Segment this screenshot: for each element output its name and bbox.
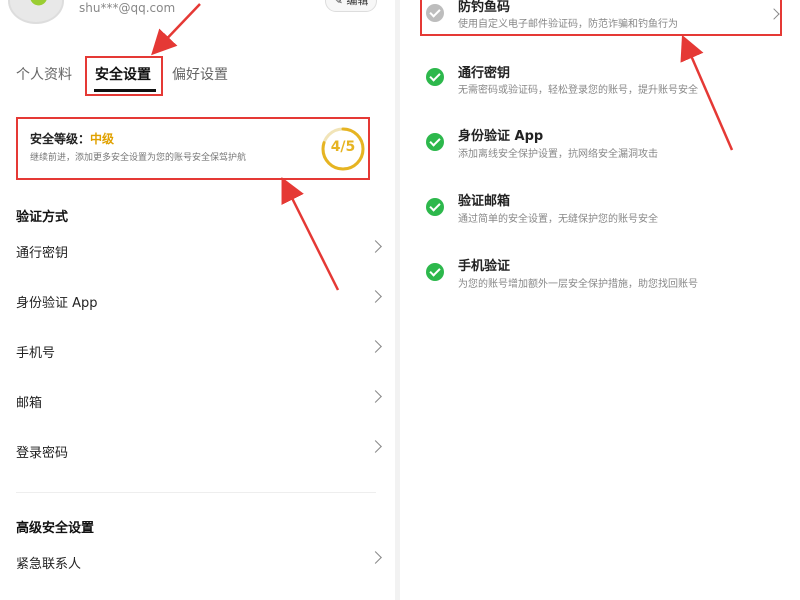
list-item-passkey[interactable]: 通行密钥 <box>16 232 386 272</box>
right-item-title: 身份验证 App <box>458 129 544 144</box>
right-item-passkey[interactable]: 通行密钥 无需密码或验证码，轻松登录您的账号，提升账号安全 <box>420 60 790 100</box>
list-item-emergency-contact[interactable]: 紧急联系人 <box>16 543 386 583</box>
chevron-right-icon <box>369 240 382 253</box>
success-check-icon <box>426 198 444 216</box>
right-item-desc: 为您的账号增加额外一层安全保护措施，助您找回账号 <box>458 279 698 290</box>
list-item-email[interactable]: 邮箱 <box>16 382 386 422</box>
edit-icon: ✎ <box>333 0 347 7</box>
annotation-box-security-tab <box>85 56 163 96</box>
right-item-authenticator-app[interactable]: 身份验证 App 添加离线安全保护设置，抗网络安全漏洞攻击 <box>420 125 790 165</box>
right-item-title: 验证邮箱 <box>458 194 511 209</box>
right-item-title: 通行密钥 <box>458 66 511 81</box>
annotation-box-anti-phishing <box>420 0 782 36</box>
chevron-right-icon <box>369 290 382 303</box>
list-item-login-password[interactable]: 登录密码 <box>16 432 386 472</box>
chevron-right-icon <box>369 390 382 403</box>
annotation-box-security-card <box>16 117 370 180</box>
success-check-icon <box>426 133 444 151</box>
success-check-icon <box>426 263 444 281</box>
list-item-label: 紧急联系人 <box>16 557 82 572</box>
user-email: shu***@qq.com <box>79 1 176 15</box>
section-divider <box>16 492 376 493</box>
list-item-authenticator-app[interactable]: 身份验证 App <box>16 282 386 322</box>
edit-label: 编辑 <box>346 0 369 7</box>
right-item-verify-email[interactable]: 验证邮箱 通过简单的安全设置，无缝保护您的账号安全 <box>420 190 790 230</box>
verification-section-title: 验证方式 <box>16 210 69 225</box>
right-item-desc: 无需密码或验证码，轻松登录您的账号，提升账号安全 <box>458 85 698 96</box>
chevron-right-icon <box>369 551 382 564</box>
tab-profile[interactable]: 个人资料 <box>16 64 72 84</box>
list-item-label: 登录密码 <box>16 446 69 461</box>
tab-preferences[interactable]: 偏好设置 <box>172 64 228 84</box>
right-item-title: 手机验证 <box>458 259 511 274</box>
chevron-right-icon <box>369 340 382 353</box>
list-item-label: 通行密钥 <box>16 246 69 261</box>
list-item-label: 邮箱 <box>16 396 43 411</box>
success-check-icon <box>426 68 444 86</box>
chevron-right-icon <box>369 440 382 453</box>
right-item-desc: 添加离线安全保护设置，抗网络安全漏洞攻击 <box>458 149 658 160</box>
list-item-label: 手机号 <box>16 346 56 361</box>
list-item-phone[interactable]: 手机号 <box>16 332 386 372</box>
right-item-desc: 通过简单的安全设置，无缝保护您的账号安全 <box>458 214 658 225</box>
right-item-phone-verify[interactable]: 手机验证 为您的账号增加额外一层安全保护措施，助您找回账号 <box>420 255 790 295</box>
list-item-label: 身份验证 App <box>16 296 98 311</box>
avatar[interactable] <box>8 0 64 24</box>
left-panel: shu***@qq.com ✎ 编辑 个人资料 安全设置 偏好设置 安全等级：中… <box>0 0 395 600</box>
screen-root: shu***@qq.com ✎ 编辑 个人资料 安全设置 偏好设置 安全等级：中… <box>0 0 800 600</box>
advanced-section-title: 高级安全设置 <box>16 521 95 536</box>
edit-button[interactable]: ✎ 编辑 <box>325 0 377 12</box>
